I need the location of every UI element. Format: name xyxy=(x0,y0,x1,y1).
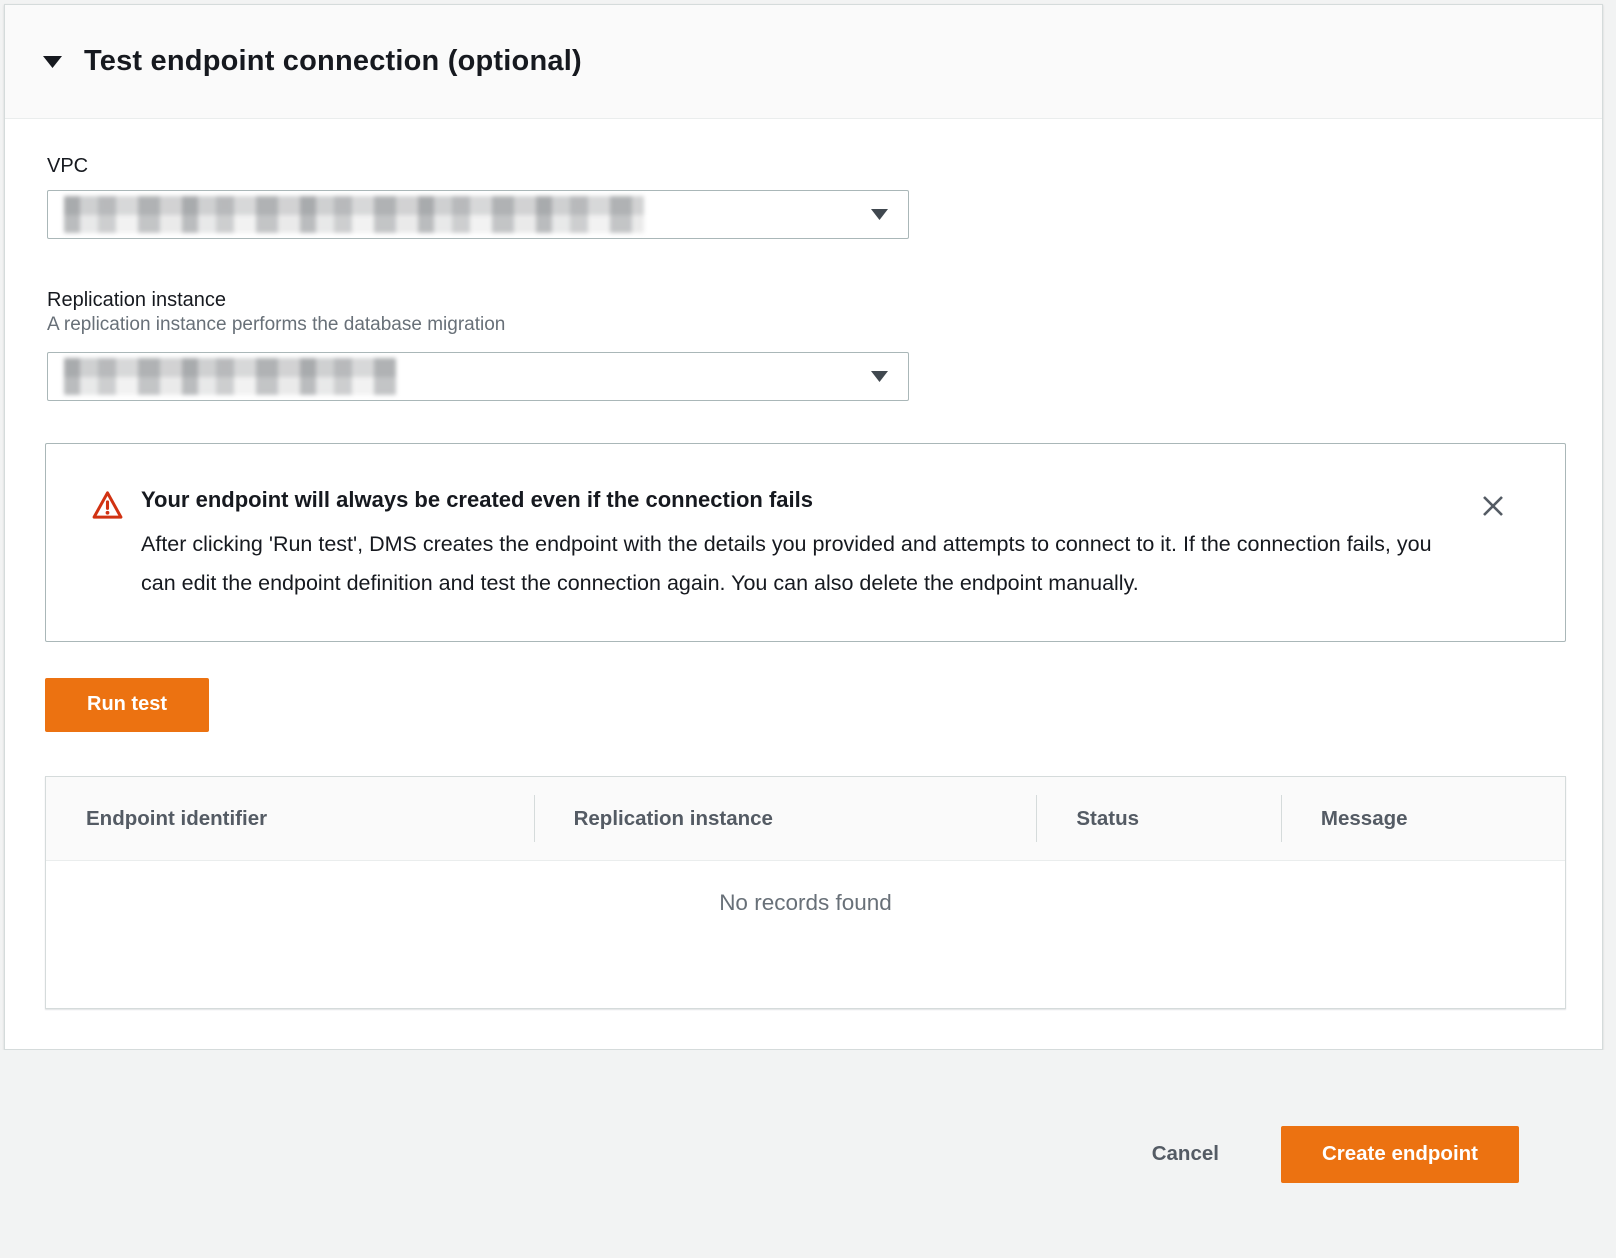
warning-alert-content: Your endpoint will always be created eve… xyxy=(141,486,1465,603)
triangle-down-icon xyxy=(43,55,62,68)
column-header-message: Message xyxy=(1281,777,1565,860)
cancel-button[interactable]: Cancel xyxy=(1152,1142,1219,1166)
replication-instance-selected-value-redacted xyxy=(64,358,396,395)
replication-instance-description: A replication instance performs the data… xyxy=(47,314,1566,336)
run-test-button[interactable]: Run test xyxy=(45,678,209,732)
warning-alert: Your endpoint will always be created eve… xyxy=(45,443,1566,642)
table-header-row: Endpoint identifier Replication instance… xyxy=(46,777,1565,861)
close-icon[interactable] xyxy=(1475,488,1511,524)
form-footer-actions: Cancel Create endpoint xyxy=(0,1050,1616,1258)
section-title: Test endpoint connection (optional) xyxy=(84,45,582,78)
test-endpoint-connection-panel: Test endpoint connection (optional) VPC … xyxy=(4,4,1603,1050)
warning-alert-body: After clicking 'Run test', DMS creates t… xyxy=(141,525,1436,603)
column-header-endpoint-identifier: Endpoint identifier xyxy=(46,777,534,860)
vpc-label: VPC xyxy=(47,155,1566,178)
caret-down-icon xyxy=(871,209,888,220)
vpc-select[interactable] xyxy=(47,190,909,239)
screen: Test endpoint connection (optional) VPC … xyxy=(0,0,1616,1258)
table-empty-state: No records found xyxy=(46,861,1565,1008)
caret-down-icon xyxy=(871,371,888,382)
section-body: VPC Replication instance A replication i… xyxy=(5,119,1602,1049)
create-endpoint-button[interactable]: Create endpoint xyxy=(1281,1126,1519,1183)
warning-alert-title: Your endpoint will always be created eve… xyxy=(141,486,1465,514)
vpc-selected-value-redacted xyxy=(64,196,644,233)
replication-instance-select[interactable] xyxy=(47,352,909,401)
section-header-test-endpoint-connection[interactable]: Test endpoint connection (optional) xyxy=(5,5,1602,119)
replication-instance-label: Replication instance xyxy=(47,289,1566,312)
vpc-field: VPC xyxy=(47,155,1566,239)
column-header-replication-instance: Replication instance xyxy=(534,777,1037,860)
replication-instance-field: Replication instance A replication insta… xyxy=(47,289,1566,401)
connection-results-table: Endpoint identifier Replication instance… xyxy=(45,776,1566,1009)
column-header-status: Status xyxy=(1036,777,1281,860)
warning-triangle-icon xyxy=(92,488,123,522)
